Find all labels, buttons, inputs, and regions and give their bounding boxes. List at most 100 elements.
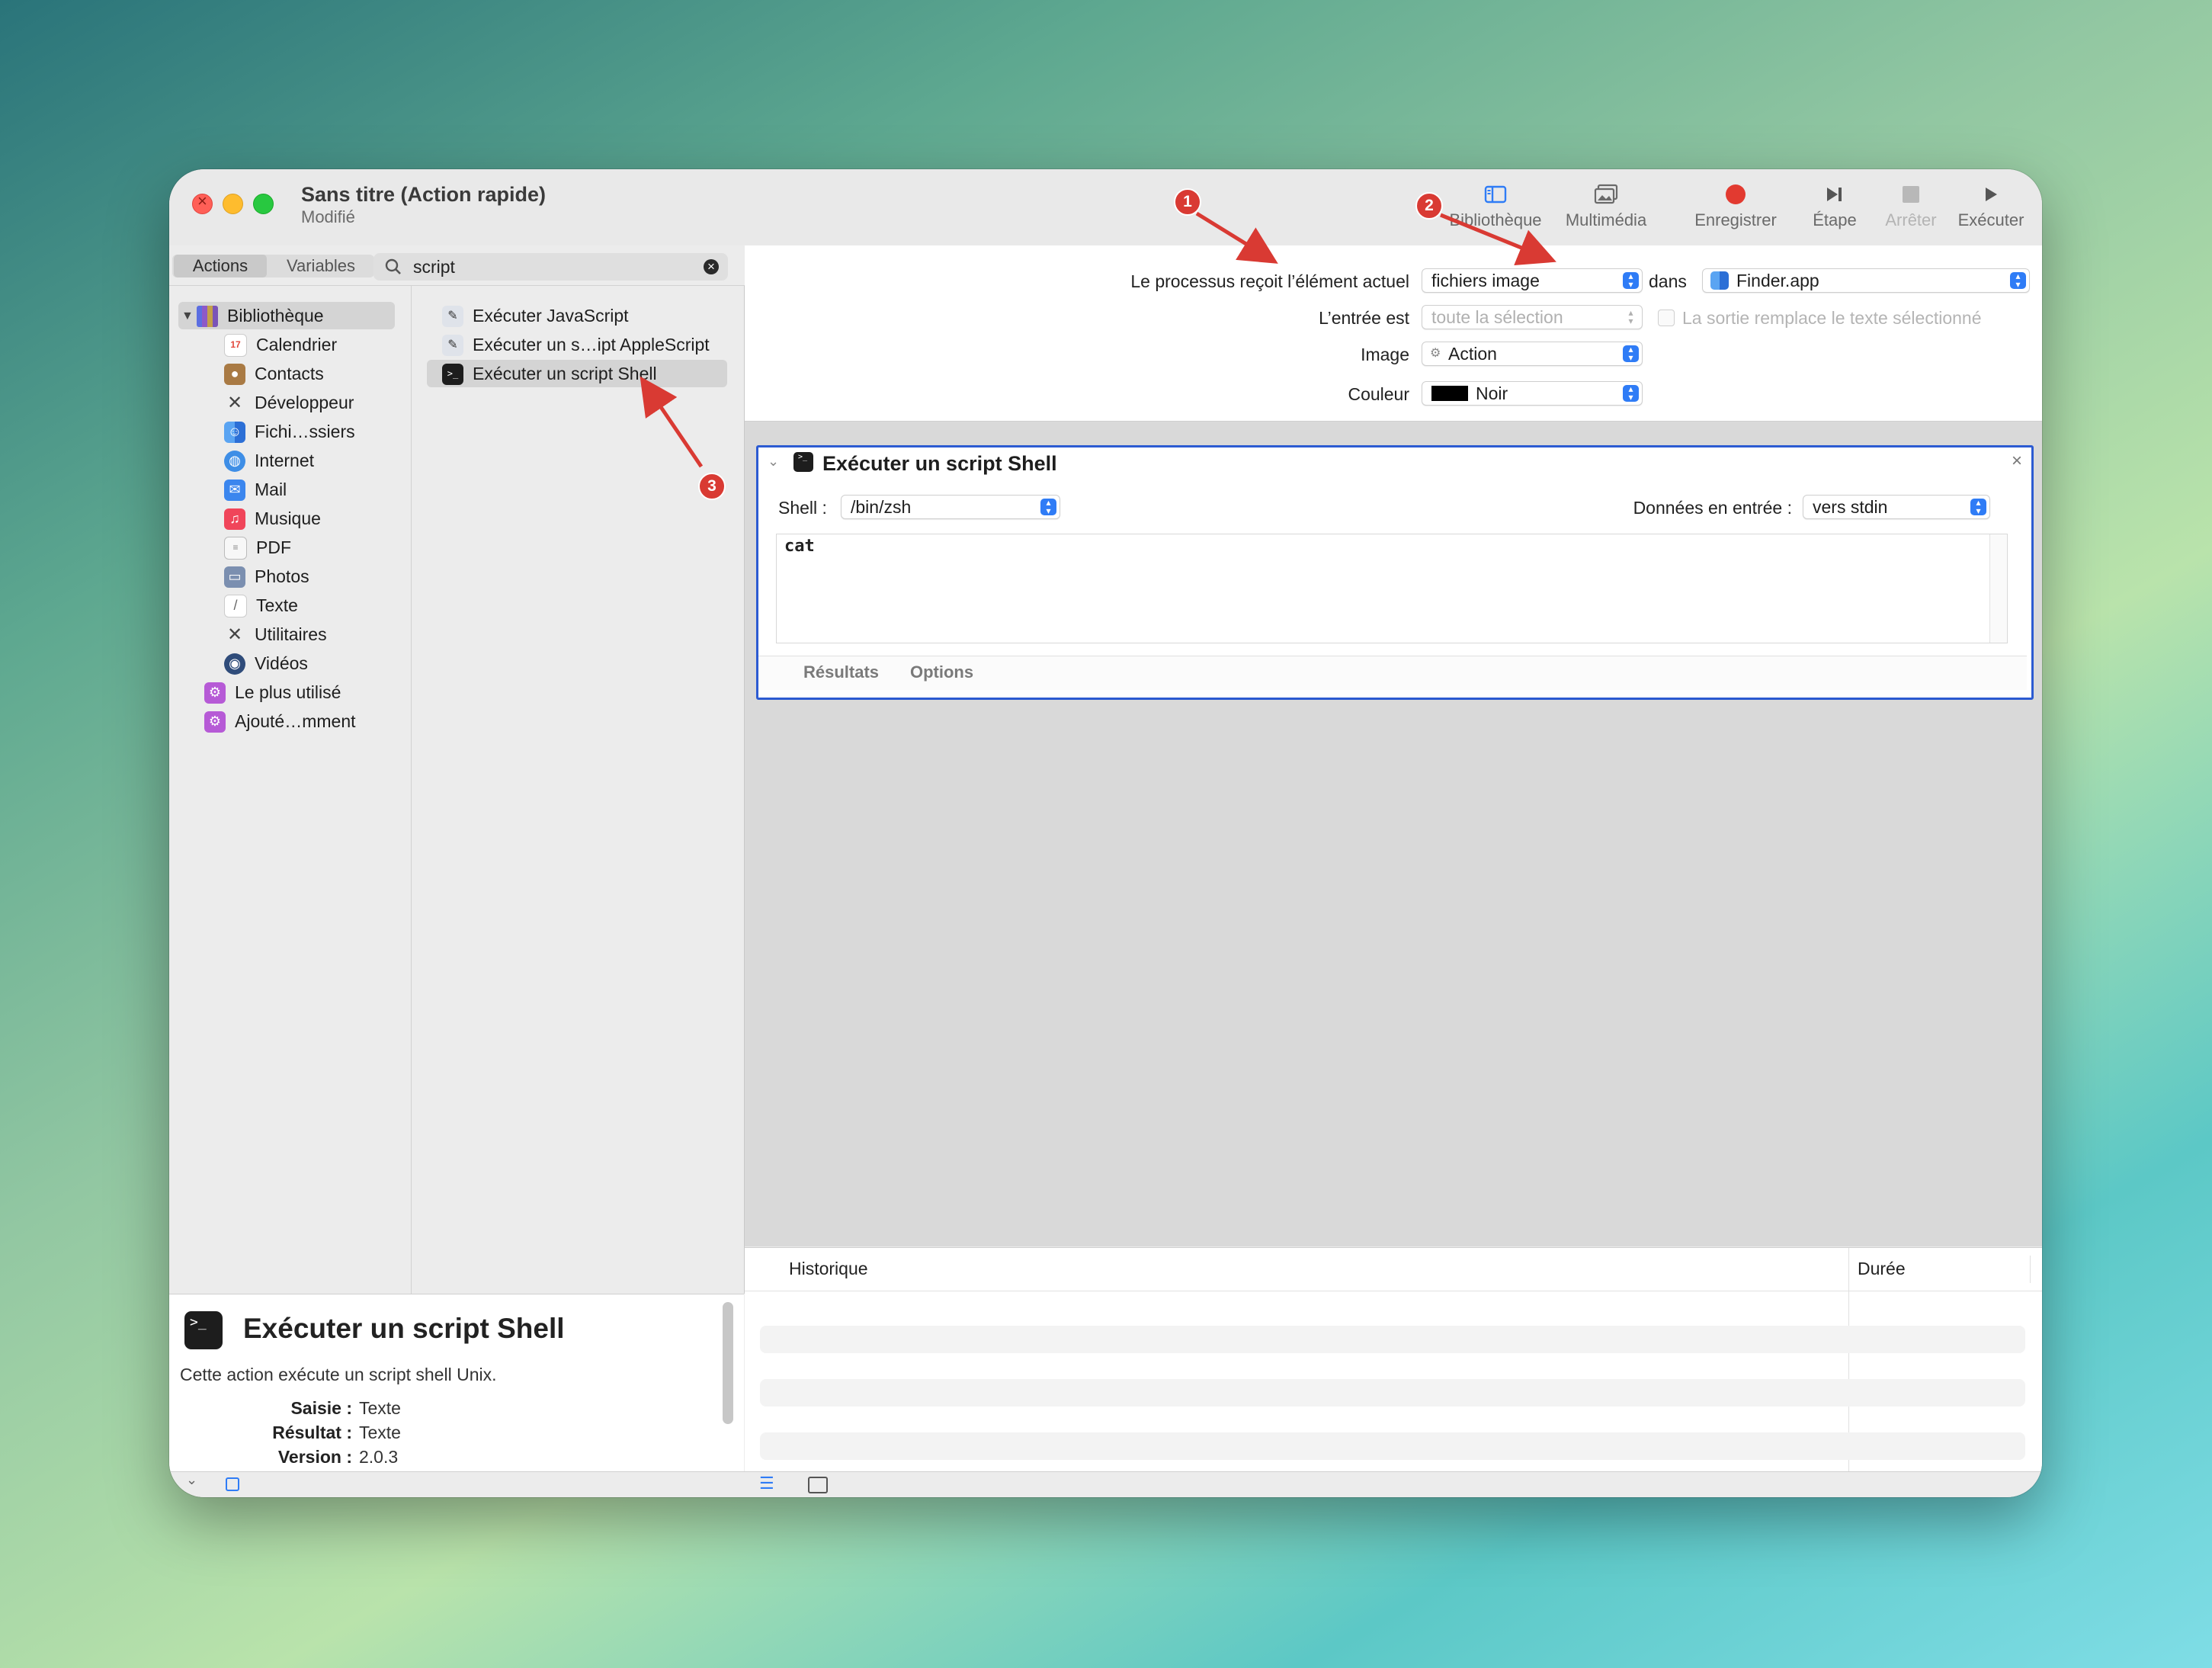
- chevron-updown-icon: ▴ ▾: [2010, 271, 2026, 289]
- receives-type-value: fichiers image: [1431, 271, 1540, 290]
- history-column-header[interactable]: Historique: [789, 1259, 868, 1279]
- annotation-badge-2: 2: [1415, 192, 1443, 220]
- duration-column-header[interactable]: Durée: [1858, 1259, 1906, 1279]
- input-data-value: vers stdin: [1813, 497, 1888, 517]
- library-root-label: Bibliothèque: [227, 306, 324, 326]
- search-input[interactable]: script: [413, 257, 455, 277]
- library-item-internet[interactable]: ◍ Internet: [224, 447, 314, 475]
- script-editor[interactable]: cat: [776, 534, 2008, 643]
- library-item-files[interactable]: ☺ Fichi…ssiers: [224, 418, 355, 446]
- application-popup[interactable]: Finder.app ▴ ▾: [1702, 268, 2030, 293]
- input-data-popup[interactable]: vers stdin ▴ ▾: [1803, 495, 1990, 519]
- photos-icon: ▭: [224, 566, 245, 588]
- action-item-applescript[interactable]: ✎ Exécuter un s…ipt AppleScript: [442, 331, 710, 359]
- library-item-label: Musique: [255, 508, 321, 528]
- action-item-javascript[interactable]: ✎ Exécuter JavaScript: [442, 302, 629, 330]
- library-books-icon: [197, 305, 218, 327]
- in-label: dans: [1649, 271, 1687, 291]
- toolbar-run-button[interactable]: Exécuter: [1949, 178, 2033, 230]
- color-value: Noir: [1476, 383, 1508, 403]
- color-popup[interactable]: Noir ▴ ▾: [1422, 381, 1643, 406]
- action-item-label: Exécuter JavaScript: [473, 306, 629, 326]
- finder-icon: ☺: [224, 421, 245, 443]
- library-item-developer[interactable]: ✕ Développeur: [224, 389, 354, 417]
- input-data-label: Données en entrée :: [1633, 498, 1792, 518]
- toolbar-library-label: Bibliothèque: [1449, 210, 1542, 229]
- history-row: [760, 1379, 2025, 1407]
- shell-value: /bin/zsh: [851, 497, 912, 517]
- terminal-icon: >_: [442, 363, 463, 385]
- log-view-icon[interactable]: [808, 1477, 828, 1493]
- image-value: Action: [1448, 344, 1497, 364]
- library-item-mail[interactable]: ✉ Mail: [224, 476, 287, 504]
- description-toggle-icon[interactable]: [226, 1477, 239, 1491]
- column-divider: [2030, 1256, 2031, 1283]
- receives-type-popup[interactable]: fichiers image ▴ ▾: [1422, 268, 1643, 293]
- globe-icon: ◍: [224, 450, 245, 472]
- toolbar-media-button[interactable]: Multimédia: [1556, 178, 1656, 230]
- replace-text-checkbox[interactable]: [1658, 310, 1675, 326]
- close-icon[interactable]: ×: [2012, 451, 2022, 472]
- library-root[interactable]: ▼ Bibliothèque: [181, 302, 324, 330]
- version-label: Version :: [277, 1447, 352, 1467]
- library-item-label: Le plus utilisé: [235, 682, 341, 702]
- toolbar-library-button[interactable]: Bibliothèque: [1442, 178, 1549, 230]
- library-item-text[interactable]: / Texte: [224, 592, 298, 620]
- image-popup[interactable]: ⚙ Action ▴ ▾: [1422, 342, 1643, 366]
- chevron-updown-icon: ▴ ▾: [1970, 498, 1986, 515]
- tab-variables[interactable]: Variables: [271, 255, 370, 277]
- library-item-label: Mail: [255, 480, 287, 499]
- action-item-label: Exécuter un script Shell: [473, 364, 657, 383]
- library-item-utilities[interactable]: ✕ Utilitaires: [224, 621, 327, 649]
- calendar-icon: 17: [224, 333, 247, 357]
- close-window-button[interactable]: [192, 191, 213, 214]
- collapse-chevron-icon[interactable]: ⌄: [768, 454, 779, 470]
- shell-popup[interactable]: /bin/zsh ▴ ▾: [841, 495, 1060, 519]
- script-editor-icon: ✎: [442, 305, 463, 327]
- library-item-music[interactable]: ♫ Musique: [224, 505, 321, 533]
- tab-actions[interactable]: Actions: [174, 255, 267, 277]
- list-view-icon[interactable]: ☰: [759, 1474, 774, 1493]
- tab-results[interactable]: Résultats: [803, 662, 879, 682]
- library-item-label: Internet: [255, 451, 314, 470]
- search-field[interactable]: script ×: [373, 253, 728, 281]
- stop-icon: [1903, 186, 1919, 203]
- automator-window: Sans titre (Action rapide) Modifié Bibli…: [169, 169, 2042, 1497]
- library-item-calendar[interactable]: 17 Calendrier: [224, 331, 337, 359]
- history-header: Historique Durée: [745, 1248, 2042, 1472]
- input-type-label: Saisie :: [290, 1398, 352, 1418]
- chevron-updown-icon: ▴ ▾: [1623, 271, 1639, 289]
- library-item-contacts[interactable]: ● Contacts: [224, 360, 324, 388]
- action-footer: Résultats Options: [758, 656, 2027, 690]
- library-item-photos[interactable]: ▭ Photos: [224, 563, 309, 591]
- contacts-icon: ●: [224, 363, 245, 385]
- action-item-shell-script[interactable]: >_ Exécuter un script Shell: [442, 360, 657, 388]
- zoom-window-button[interactable]: [253, 194, 274, 214]
- disclosure-chevron-icon[interactable]: ▼: [181, 302, 197, 330]
- toolbar-record-button[interactable]: Enregistrer: [1682, 178, 1789, 230]
- library-item-videos[interactable]: ◉ Vidéos: [224, 650, 308, 678]
- library-item-most-used[interactable]: ⚙ Le plus utilisé: [204, 678, 341, 707]
- script-text[interactable]: cat: [784, 537, 815, 556]
- tab-options[interactable]: Options: [910, 662, 973, 682]
- toolbar-step-button[interactable]: Étape: [1797, 178, 1873, 230]
- script-scrollbar[interactable]: [1989, 534, 2007, 643]
- description-text: Cette action exécute un script shell Uni…: [180, 1365, 497, 1384]
- input-is-popup[interactable]: toute la sélection ▴ ▾: [1422, 305, 1643, 329]
- clear-search-icon[interactable]: ×: [704, 259, 719, 274]
- library-item-pdf[interactable]: ≡ PDF: [224, 534, 291, 562]
- chevron-down-icon[interactable]: ⌄: [186, 1472, 197, 1488]
- version-value: 2.0.3: [359, 1447, 399, 1467]
- step-icon: [1827, 188, 1842, 201]
- gear-icon: ⚙: [1430, 347, 1441, 360]
- action-title: Exécuter un script Shell: [822, 452, 1057, 475]
- bottom-bar: ⌄ ☰: [169, 1471, 2042, 1497]
- toolbar-stop-button[interactable]: Arrêter: [1873, 178, 1949, 230]
- description-scrollbar[interactable]: [723, 1302, 733, 1424]
- actions-list-panel: [412, 285, 745, 1294]
- library-item-recently-added[interactable]: ⚙ Ajouté…mment: [204, 707, 356, 736]
- shell-script-action[interactable]: ⌄ >_ Exécuter un script Shell × Shell : …: [756, 445, 2034, 700]
- media-icon: [1594, 184, 1618, 204]
- minimize-window-button[interactable]: [223, 194, 243, 214]
- input-is-value: toute la sélection: [1431, 307, 1563, 327]
